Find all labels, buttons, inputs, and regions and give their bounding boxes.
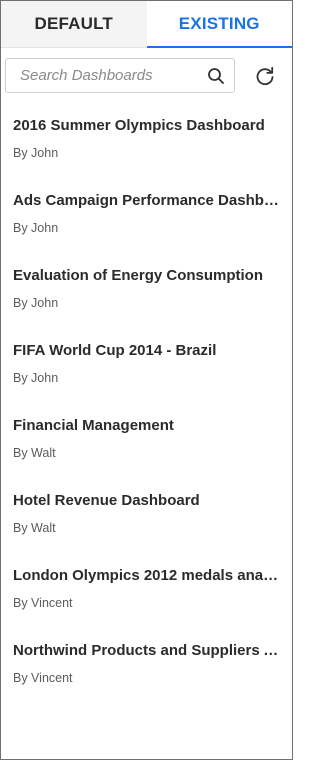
- dashboard-title: Hotel Revenue Dashboard: [13, 492, 200, 509]
- dashboard-title: Financial Management: [13, 417, 174, 434]
- dashboard-title: 2016 Summer Olympics Dashboard: [13, 117, 265, 134]
- dashboard-panel: DEFAULT EXISTING 2016 Summer Olympics Da…: [0, 0, 293, 760]
- dashboard-title: FIFA World Cup 2014 - Brazil: [13, 342, 217, 359]
- list-item[interactable]: Hotel Revenue Dashboard By Walt: [1, 488, 292, 563]
- dashboard-author: By John: [13, 296, 59, 310]
- dashboard-title: London Olympics 2012 medals analysis: [13, 567, 282, 584]
- dashboard-author: By John: [13, 146, 59, 160]
- dashboard-author: By Vincent: [13, 596, 73, 610]
- refresh-icon[interactable]: [253, 64, 277, 88]
- list-item[interactable]: Ads Campaign Performance Dashboard By Jo…: [1, 188, 292, 263]
- dashboard-list: 2016 Summer Olympics Dashboard By John A…: [1, 113, 292, 713]
- tab-bar: DEFAULT EXISTING: [1, 1, 292, 48]
- list-item[interactable]: London Olympics 2012 medals analysis By …: [1, 563, 292, 638]
- list-item[interactable]: Evaluation of Energy Consumption By John: [1, 263, 292, 338]
- list-item[interactable]: 2016 Summer Olympics Dashboard By John: [1, 113, 292, 188]
- list-item[interactable]: FIFA World Cup 2014 - Brazil By John: [1, 338, 292, 413]
- search-box[interactable]: [5, 58, 235, 93]
- list-item[interactable]: Financial Management By Walt: [1, 413, 292, 488]
- dashboard-author: By John: [13, 371, 59, 385]
- search-input[interactable]: [20, 67, 206, 84]
- dashboard-title: Ads Campaign Performance Dashboard: [13, 192, 282, 209]
- dashboard-author: By Walt: [13, 446, 56, 460]
- dashboard-title: Northwind Products and Suppliers Analysi…: [13, 642, 282, 659]
- tab-existing[interactable]: EXISTING: [146, 1, 292, 48]
- dashboard-title: Evaluation of Energy Consumption: [13, 267, 264, 284]
- search-row: [1, 48, 292, 94]
- search-icon[interactable]: [206, 66, 226, 86]
- dashboard-author: By Walt: [13, 521, 56, 535]
- dashboard-author: By Vincent: [13, 671, 73, 685]
- tab-default[interactable]: DEFAULT: [1, 1, 147, 47]
- dashboard-author: By John: [13, 221, 59, 235]
- list-item[interactable]: Northwind Products and Suppliers Analysi…: [1, 638, 292, 713]
